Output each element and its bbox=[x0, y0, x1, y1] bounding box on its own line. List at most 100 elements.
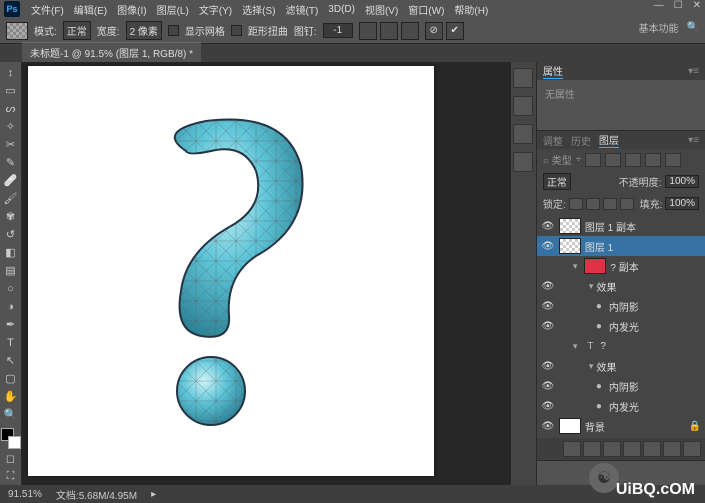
layer-row[interactable]: 👁 ▾ 效果 bbox=[537, 276, 705, 296]
opacity-value[interactable]: 100% bbox=[665, 175, 699, 188]
window-minimize[interactable]: — bbox=[654, 0, 664, 11]
layer-kind-select[interactable]: ÷ bbox=[576, 154, 582, 165]
magic-wand-tool[interactable]: ✧ bbox=[1, 118, 21, 135]
quickmask-tool[interactable]: ◻ bbox=[1, 450, 21, 467]
layer-thumb[interactable] bbox=[584, 258, 606, 274]
fill-value[interactable]: 100% bbox=[665, 197, 699, 210]
filter-type-icon[interactable] bbox=[625, 153, 641, 167]
zoom-readout[interactable]: 91.51% bbox=[8, 489, 42, 500]
layer-name[interactable]: 内阴影 bbox=[609, 299, 639, 314]
layer-row[interactable]: 👁 ● 内发光 bbox=[537, 316, 705, 336]
visibility-icon[interactable]: 👁 bbox=[541, 221, 555, 232]
layers-flyout-icon[interactable]: ▾≡ bbox=[688, 135, 699, 146]
menu-window[interactable]: 窗口(W) bbox=[403, 2, 449, 17]
dock-icon-4[interactable] bbox=[513, 152, 533, 172]
layer-row[interactable]: 👁 图层 1 副本 bbox=[537, 216, 705, 236]
menu-edit[interactable]: 编辑(E) bbox=[69, 2, 112, 17]
canvas-area[interactable] bbox=[22, 62, 511, 485]
menu-type[interactable]: 文字(Y) bbox=[194, 2, 237, 17]
adjustment-button[interactable] bbox=[623, 441, 641, 457]
menu-file[interactable]: 文件(F) bbox=[26, 2, 69, 17]
filter-smart-icon[interactable] bbox=[665, 153, 681, 167]
lock-transparent-icon[interactable] bbox=[569, 198, 583, 210]
visibility-icon[interactable]: 👁 bbox=[541, 301, 555, 312]
search-icon[interactable]: 🔍 bbox=[687, 22, 699, 33]
crop-tool[interactable]: ✂ bbox=[1, 136, 21, 153]
layer-thumb[interactable] bbox=[559, 418, 581, 434]
eyedropper-tool[interactable]: ✎ bbox=[1, 154, 21, 171]
new-layer-button[interactable] bbox=[663, 441, 681, 457]
warp-btn-2[interactable] bbox=[380, 22, 398, 40]
layer-name[interactable]: 效果 bbox=[596, 279, 616, 294]
history-tab[interactable]: 历史 bbox=[571, 133, 591, 148]
move-tool[interactable]: ↕ bbox=[1, 64, 21, 81]
mesh-checkbox[interactable] bbox=[231, 25, 242, 36]
dock-icon-3[interactable] bbox=[513, 124, 533, 144]
layer-row[interactable]: 👁 背景 🔒 bbox=[537, 416, 705, 436]
fx-button[interactable] bbox=[583, 441, 601, 457]
layer-name[interactable]: ? bbox=[600, 341, 606, 352]
panel-flyout-icon[interactable]: ▾≡ bbox=[688, 66, 699, 77]
menu-filter[interactable]: 滤镜(T) bbox=[281, 2, 324, 17]
document-tab[interactable]: 未标题-1 @ 91.5% (图层 1, RGB/8) * bbox=[22, 42, 201, 62]
dock-icon-2[interactable] bbox=[513, 96, 533, 116]
layer-name[interactable]: 效果 bbox=[596, 359, 616, 374]
layer-name[interactable]: 内阴影 bbox=[609, 379, 639, 394]
pen-tool[interactable]: ✒ bbox=[1, 316, 21, 333]
layer-name[interactable]: 内发光 bbox=[609, 399, 639, 414]
delete-layer-button[interactable] bbox=[683, 441, 701, 457]
warp-btn-1[interactable] bbox=[359, 22, 377, 40]
warp-btn-3[interactable] bbox=[401, 22, 419, 40]
lock-image-icon[interactable] bbox=[586, 198, 600, 210]
healing-tool[interactable]: 🩹 bbox=[1, 172, 21, 189]
visibility-icon[interactable]: 👁 bbox=[541, 281, 555, 292]
menu-select[interactable]: 选择(S) bbox=[237, 2, 280, 17]
marquee-tool[interactable]: ▭ bbox=[1, 82, 21, 99]
visibility-icon[interactable]: 👁 bbox=[541, 421, 555, 432]
shape-tool[interactable]: ▢ bbox=[1, 370, 21, 387]
window-maximize[interactable]: ☐ bbox=[674, 0, 683, 11]
dodge-tool[interactable]: ◑ bbox=[1, 298, 21, 315]
visibility-icon[interactable]: 👁 bbox=[541, 241, 555, 252]
layer-name[interactable]: 图层 1 副本 bbox=[585, 219, 636, 234]
layer-row[interactable]: 👁 ● 内阴影 bbox=[537, 376, 705, 396]
mask-button[interactable] bbox=[603, 441, 621, 457]
layer-thumb[interactable] bbox=[559, 218, 581, 234]
layer-name[interactable]: ? 副本 bbox=[610, 259, 638, 274]
lasso-tool[interactable]: ᔕ bbox=[1, 100, 21, 117]
history-brush-tool[interactable]: ↺ bbox=[1, 226, 21, 243]
dist-value[interactable]: -1 bbox=[323, 23, 353, 38]
tool-preset-swatch[interactable] bbox=[6, 22, 28, 40]
blur-tool[interactable]: ○ bbox=[1, 280, 21, 297]
status-chevron-icon[interactable]: ▸ bbox=[151, 489, 156, 500]
window-close[interactable]: ✕ bbox=[693, 0, 701, 11]
brush-tool[interactable]: 🖌 bbox=[1, 190, 21, 207]
layer-row[interactable]: 👁 ● 内阴影 bbox=[537, 296, 705, 316]
expand-icon[interactable]: ▾ bbox=[573, 261, 578, 272]
expand-icon[interactable]: ▾ bbox=[573, 341, 578, 352]
filter-adjust-icon[interactable] bbox=[605, 153, 621, 167]
eraser-tool[interactable]: ◧ bbox=[1, 244, 21, 261]
commit-transform[interactable]: ✔ bbox=[446, 22, 464, 40]
zoom-tool[interactable]: 🔍 bbox=[1, 406, 21, 423]
menu-layer[interactable]: 图层(L) bbox=[152, 2, 194, 17]
lock-position-icon[interactable] bbox=[603, 198, 617, 210]
menu-view[interactable]: 视图(V) bbox=[360, 2, 403, 17]
blend-mode-select[interactable]: 正常 bbox=[543, 173, 571, 190]
visibility-icon[interactable]: 👁 bbox=[541, 321, 555, 332]
visibility-icon[interactable]: 👁 bbox=[541, 401, 555, 412]
layer-row[interactable]: ▾ T ? bbox=[537, 336, 705, 356]
workspace-switcher[interactable]: 基本功能 bbox=[639, 20, 679, 35]
adjustments-tab[interactable]: 调整 bbox=[543, 133, 563, 148]
color-swatches[interactable] bbox=[1, 428, 21, 449]
expand-icon[interactable]: ▾ bbox=[589, 281, 594, 292]
width-select[interactable]: 2 像素 bbox=[126, 21, 162, 40]
hand-tool[interactable]: ✋ bbox=[1, 388, 21, 405]
layer-name[interactable]: 图层 1 bbox=[585, 239, 613, 254]
cancel-transform[interactable]: ⊘ bbox=[425, 22, 443, 40]
dock-icon-1[interactable] bbox=[513, 68, 533, 88]
type-tool[interactable]: T bbox=[1, 334, 21, 351]
document-canvas[interactable] bbox=[28, 66, 434, 476]
stamp-tool[interactable]: ✾ bbox=[1, 208, 21, 225]
background-color[interactable] bbox=[8, 436, 21, 449]
